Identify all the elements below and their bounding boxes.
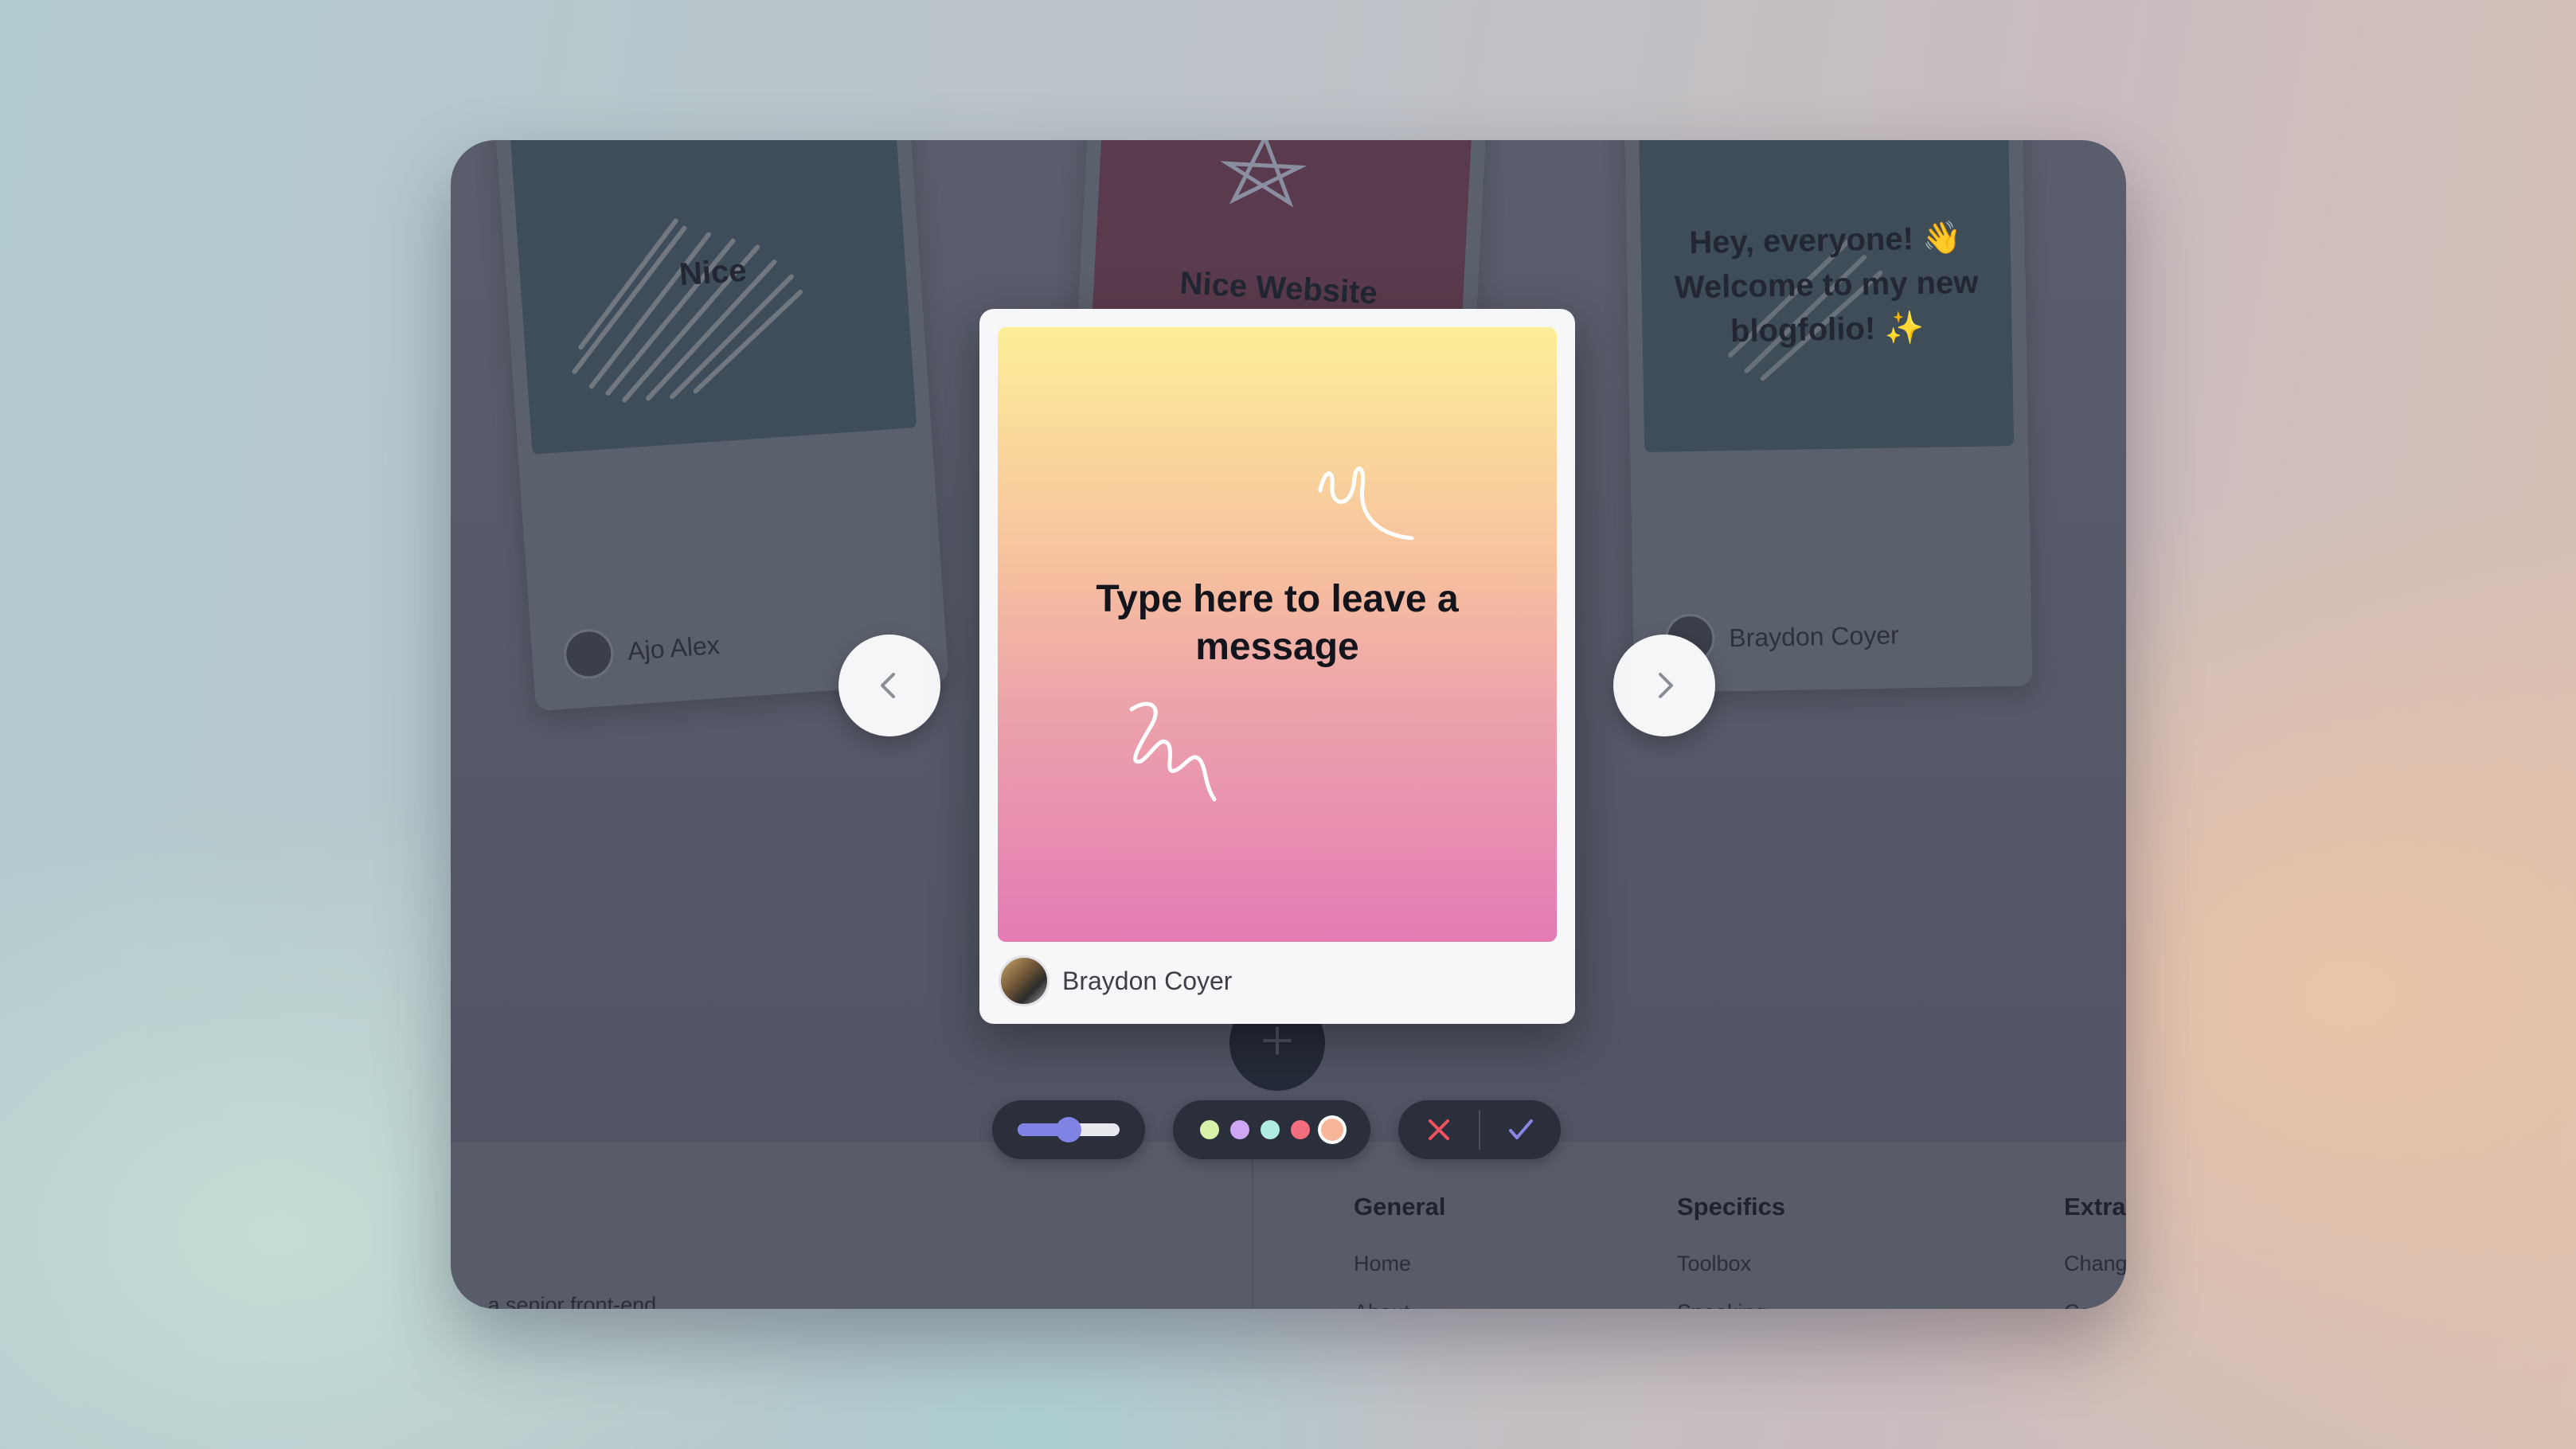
edit-actions <box>1398 1100 1561 1159</box>
column-heading: Specifics <box>1677 1193 1786 1221</box>
footer-link-changelog[interactable]: Chang <box>2064 1252 2126 1276</box>
footer-link-home[interactable]: Home <box>1354 1252 1445 1276</box>
card-message: Hey, everyone! 👋 Welcome to my new blogf… <box>1674 221 1979 350</box>
footer-link-toolbox[interactable]: Toolbox <box>1677 1252 1785 1276</box>
brush-size-slider[interactable] <box>1018 1117 1120 1142</box>
squiggle-doodle <box>1318 467 1414 541</box>
star-doodle <box>1220 140 1308 208</box>
plus-icon <box>1263 1026 1292 1055</box>
author-name: Ajo Alex <box>626 630 721 666</box>
author-name: Braydon Coyer <box>1728 620 1900 652</box>
footer-link-contact[interactable]: Co <box>2064 1300 2126 1309</box>
footer-divider <box>1252 1142 1253 1309</box>
card-author: Ajo Alex <box>562 620 721 681</box>
avatar <box>999 955 1050 1006</box>
card-face: Nice <box>509 140 917 455</box>
site-footer: - a senior front-end General Home About … <box>451 1142 2126 1309</box>
author-name: Braydon Coyer <box>1062 966 1233 995</box>
color-swatch[interactable] <box>1291 1120 1310 1139</box>
background-card: Hey, everyone! 👋 Welcome to my new blogf… <box>1624 140 2033 693</box>
brush-size-control <box>992 1100 1145 1159</box>
color-swatch[interactable] <box>1200 1120 1219 1139</box>
previous-card-button[interactable] <box>838 635 940 736</box>
cancel-button[interactable] <box>1398 1100 1479 1159</box>
close-icon <box>1428 1119 1449 1140</box>
message-card[interactable]: Type here to leave a message Braydon Coy… <box>979 309 1575 1024</box>
squiggle-doodle <box>1129 701 1217 802</box>
message-canvas[interactable]: Type here to leave a message <box>998 327 1557 942</box>
slider-thumb[interactable] <box>1056 1117 1081 1142</box>
color-swatch[interactable] <box>1261 1120 1280 1139</box>
background-card: Nice Ajo Alex <box>494 140 949 712</box>
card-face: Hey, everyone! 👋 Welcome to my new blogf… <box>1638 140 2015 453</box>
footer-column-specifics: Specifics Toolbox Speaking <box>1677 1193 1785 1309</box>
message-prompt[interactable]: Type here to leave a message <box>1038 576 1517 671</box>
check-icon <box>1508 1119 1533 1139</box>
color-picker <box>1173 1100 1370 1159</box>
color-swatch[interactable] <box>1321 1119 1343 1141</box>
footer-link-speaking[interactable]: Speaking <box>1677 1300 1785 1309</box>
avatar <box>562 627 616 681</box>
chevron-right-icon <box>1659 673 1673 698</box>
chevron-left-icon <box>881 673 895 698</box>
footer-bio: - a senior front-end <box>475 1293 657 1309</box>
column-heading: General <box>1354 1193 1446 1221</box>
confirm-button[interactable] <box>1480 1100 1561 1159</box>
next-card-button[interactable] <box>1613 635 1715 736</box>
footer-link-about[interactable]: About <box>1354 1300 1445 1309</box>
footer-column-extra: Extra Chang Co <box>2064 1193 2126 1309</box>
card-author: Braydon Coyer <box>999 955 1232 1006</box>
footer-column-general: General Home About <box>1354 1193 1445 1309</box>
color-swatch[interactable] <box>1230 1120 1249 1139</box>
column-heading: Extra <box>2064 1193 2126 1221</box>
